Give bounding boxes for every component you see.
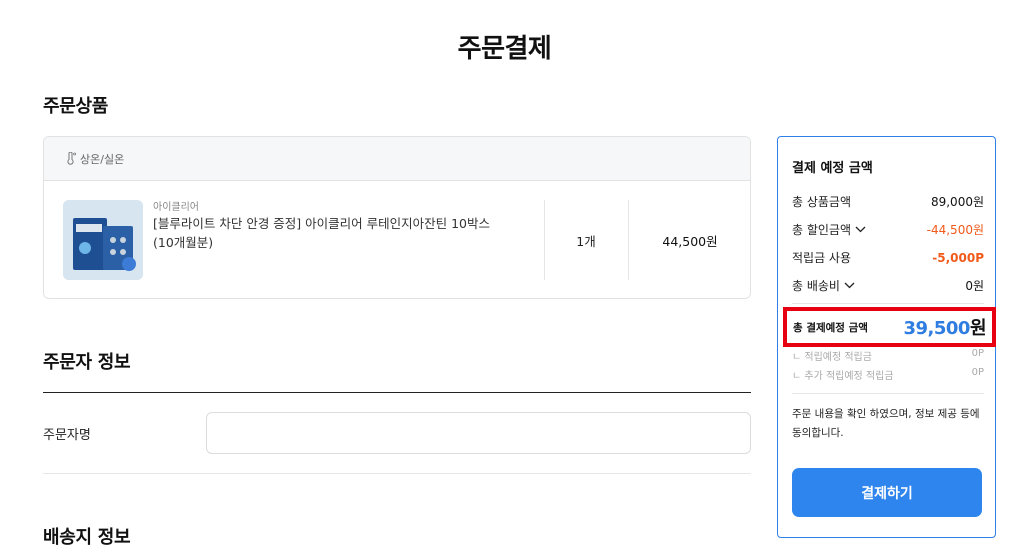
points-value: -5,000P	[932, 250, 984, 265]
chevron-down-icon[interactable]	[855, 226, 866, 233]
agreement-text: 주문 내용을 확인 하였으며, 정보 제공 등에 동의합니다.	[792, 408, 980, 439]
section-title-order-items: 주문상품	[43, 96, 109, 117]
product-total-value: 89,000원	[930, 195, 984, 209]
pay-button[interactable]: 결제하기	[792, 468, 982, 517]
product-brand: 아이클리어	[153, 202, 199, 213]
product-total-row: 총 상품금액 89,000원	[792, 193, 984, 210]
product-name[interactable]: [블루라이트 차단 안경 증정] 아이클리어 루테인지아잔틴 10박스 (10개…	[153, 214, 513, 252]
product-total-label: 총 상품금액	[792, 195, 852, 209]
earn-points-value: 0P	[971, 348, 984, 359]
section-divider	[43, 392, 751, 393]
earn-points-label: ㄴ 적립예정 적립금	[792, 352, 872, 363]
orderer-name-input[interactable]	[206, 412, 751, 454]
chevron-down-icon[interactable]	[844, 282, 855, 289]
section-title-shipping-info: 배송지 정보	[43, 527, 131, 548]
section-title-orderer-info: 주문자 정보	[43, 352, 131, 373]
extra-earn-points-row: ㄴ 추가 적립예정 적립금 0P	[792, 367, 984, 382]
storage-label: 상온/실온	[80, 152, 125, 166]
discount-value: -44,500원	[926, 223, 984, 237]
orderer-name-label: 주문자명	[43, 428, 91, 443]
product-quantity: 1개	[576, 234, 596, 249]
summary-divider	[792, 393, 984, 394]
shipping-label: 총 배송비	[792, 279, 840, 293]
discount-row[interactable]: 총 할인금액 -44,500원	[792, 221, 984, 238]
shipping-value: 0원	[965, 279, 984, 293]
payment-summary-panel: 결제 예정 금액 총 상품금액 89,000원 총 할인금액 -44,500원 …	[777, 136, 996, 538]
points-label: 적립금 사용	[792, 251, 852, 265]
storage-header: 상온/실온	[44, 137, 750, 181]
points-row: 적립금 사용 -5,000P	[792, 249, 984, 266]
product-card: 상온/실온 아이클리어 [블루라이트 차단 안경 증정] 아이클리어 루테인지아…	[43, 136, 751, 299]
total-unit: 원	[969, 318, 987, 339]
summary-divider	[792, 303, 984, 304]
summary-title: 결제 예정 금액	[792, 161, 873, 176]
total-amount: 39,500	[903, 318, 970, 339]
total-value: 39,500원	[903, 314, 986, 340]
row-divider	[43, 473, 751, 474]
thermometer-icon	[67, 152, 77, 165]
shipping-row[interactable]: 총 배송비 0원	[792, 277, 984, 294]
total-amount-highlight: 총 결제예정 금액 39,500원	[783, 307, 996, 347]
extra-earn-points-label: ㄴ 추가 적립예정 적립금	[792, 371, 894, 382]
product-image[interactable]	[63, 200, 143, 280]
product-price: 44,500원	[662, 234, 718, 249]
total-label: 총 결제예정 금액	[793, 321, 868, 334]
earn-points-row: ㄴ 적립예정 적립금 0P	[792, 348, 984, 363]
discount-label: 총 할인금액	[792, 223, 852, 237]
page-title: 주문결제	[457, 34, 552, 64]
extra-earn-points-value: 0P	[971, 367, 984, 378]
